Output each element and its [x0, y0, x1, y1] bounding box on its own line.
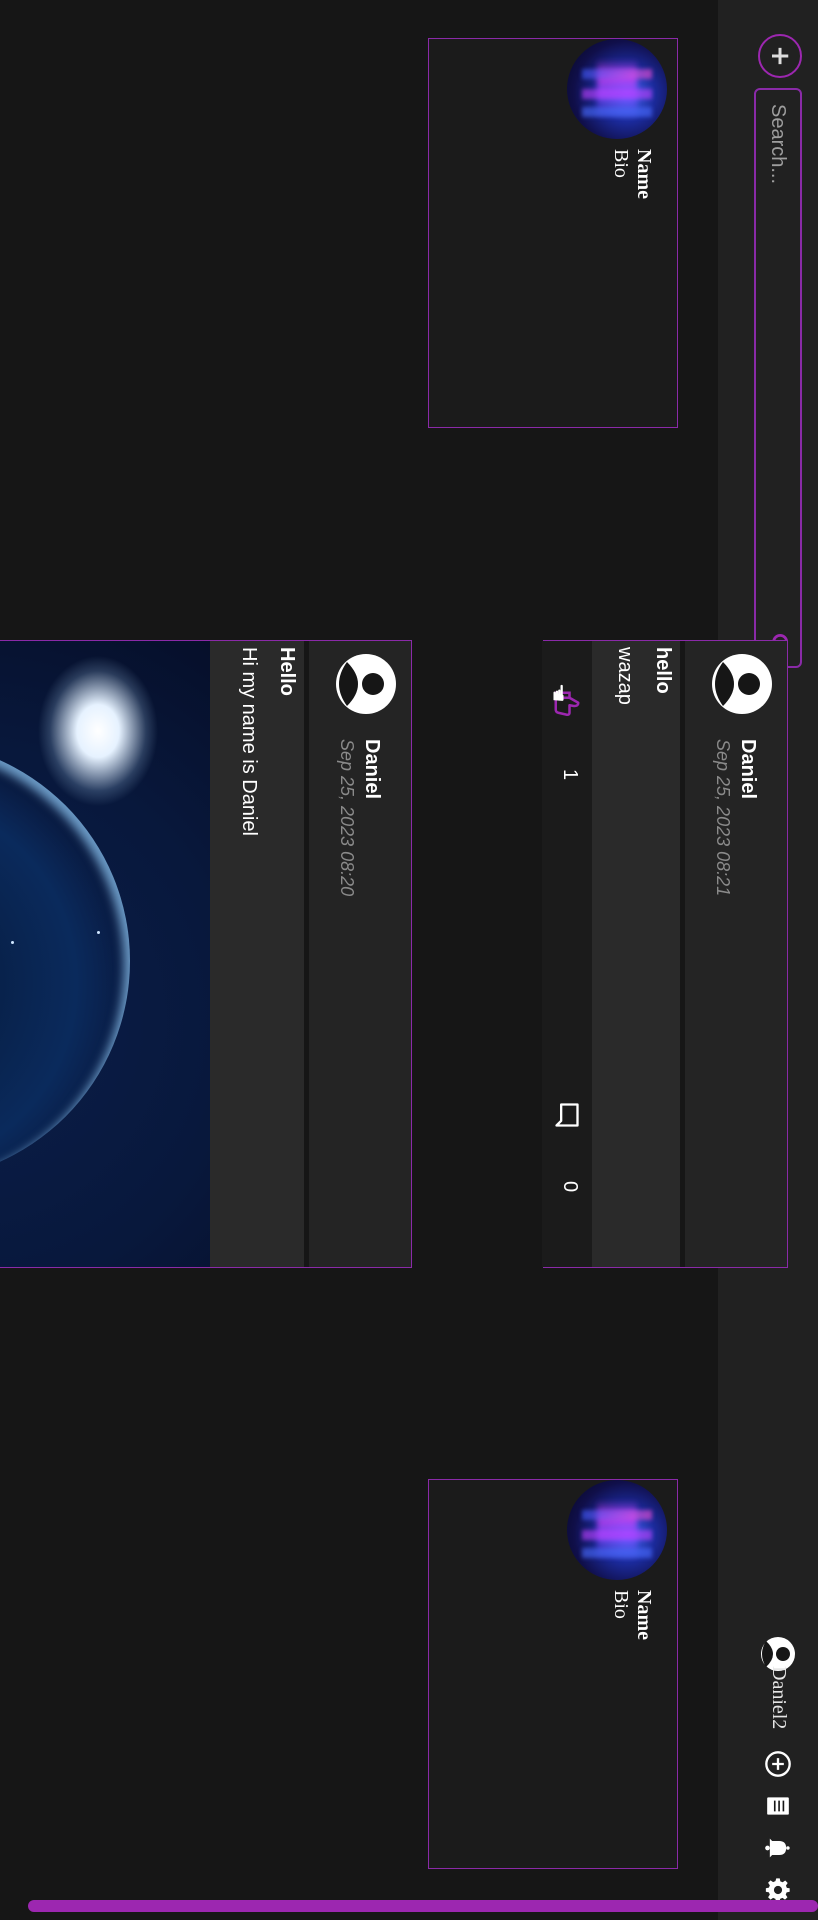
comment-icon [555, 1103, 579, 1127]
comment-count: 0 [559, 1181, 581, 1193]
create-button[interactable] [760, 1746, 796, 1782]
profile-bio: Bio [610, 149, 632, 178]
post-card: Daniel Sep 25, 2023 08:21 hello wazap ☚ … [542, 640, 788, 1268]
notifications-button[interactable] [760, 1830, 796, 1866]
author-avatar[interactable] [335, 653, 397, 715]
bell-icon [765, 1838, 790, 1858]
post-author[interactable]: Daniel [736, 739, 759, 799]
profile-avatar[interactable] [567, 39, 667, 139]
like-count: 1 [559, 769, 581, 781]
search-bar [754, 88, 802, 668]
documents-button[interactable] [760, 1788, 796, 1824]
post-actions: ☚ 1 0 [542, 641, 591, 1267]
post-text: Hi my name is Daniel [238, 647, 260, 836]
document-icon [767, 1797, 789, 1815]
post-header: Daniel Sep 25, 2023 08:21 [685, 641, 787, 1267]
post-title: Hello [276, 647, 298, 696]
post-body: Hello Hi my name is Daniel [210, 641, 304, 1267]
divider [304, 641, 309, 1267]
star [11, 941, 14, 944]
search-input[interactable] [756, 90, 800, 622]
username[interactable]: Daniel2 [767, 1666, 790, 1729]
author-avatar[interactable] [711, 653, 773, 715]
pointer-cursor-icon: ☚ [546, 683, 571, 703]
profile-card-secondary: Name Bio [428, 1479, 678, 1869]
post-header: Daniel Sep 25, 2023 08:20 [309, 641, 411, 1267]
add-circle-icon [765, 1751, 791, 1777]
profile-avatar[interactable] [567, 1480, 667, 1580]
star [97, 931, 100, 934]
profile-name: Name [633, 1590, 655, 1640]
post-image[interactable] [0, 641, 210, 1267]
post-title: hello [652, 647, 674, 694]
profile-name: Name [633, 149, 655, 199]
logo-glyph: + [765, 45, 795, 67]
planet-graphic [0, 741, 130, 1181]
post-text: wazap [614, 647, 636, 705]
post-author[interactable]: Daniel [360, 739, 383, 799]
divider [680, 641, 685, 1267]
comment-button[interactable] [549, 1101, 585, 1129]
post-card: Daniel Sep 25, 2023 08:20 Hello Hi my na… [0, 640, 412, 1268]
scrollbar[interactable] [28, 1900, 818, 1912]
app-root: + Dani [0, 0, 818, 1920]
post-date: Sep 25, 2023 08:20 [337, 739, 357, 897]
profile-bio: Bio [610, 1590, 632, 1619]
logo[interactable]: + [758, 34, 802, 78]
profile-card: Name Bio [428, 38, 678, 428]
post-body: hello wazap [592, 641, 680, 1267]
post-date: Sep 25, 2023 08:21 [713, 739, 733, 897]
